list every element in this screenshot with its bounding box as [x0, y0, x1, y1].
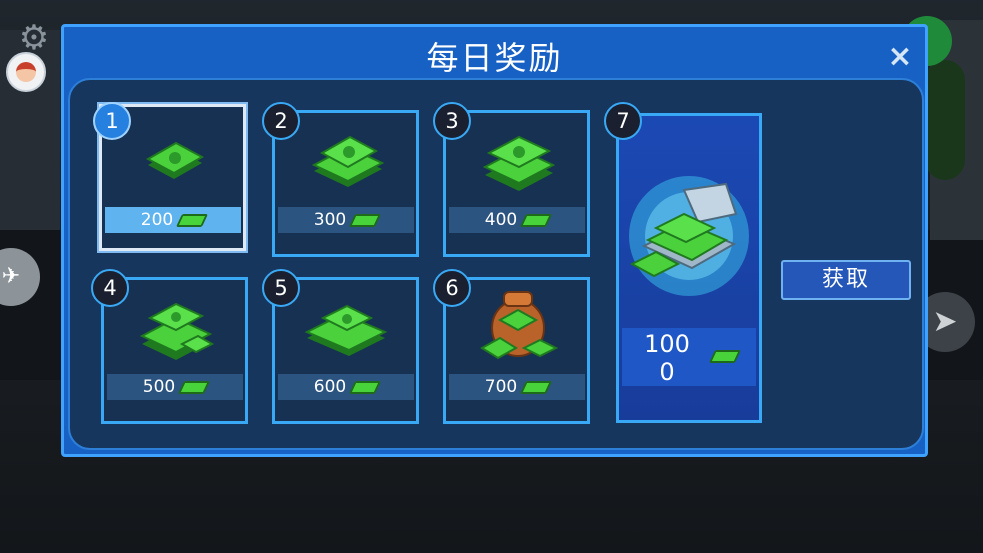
claim-button[interactable]: 获取	[781, 260, 911, 300]
treasure-chest-icon	[629, 176, 749, 296]
cash-stack-icon	[139, 302, 215, 360]
cash-icon	[520, 380, 553, 394]
day-badge-4: 4	[91, 269, 129, 307]
avatar	[6, 52, 46, 92]
day-badge-6: 6	[433, 269, 471, 307]
reward-value-line-2: 0	[659, 358, 675, 386]
cash-stack-icon	[145, 141, 205, 179]
cash-icon	[178, 380, 211, 394]
cash-stack-icon	[482, 135, 556, 191]
panel-title: 每日奖励	[426, 39, 563, 77]
daily-reward-panel: 每日奖励 × 200 1 300 2 400 3 500 4 600 5 700…	[61, 24, 928, 457]
day-badge-5: 5	[262, 269, 300, 307]
day-badge-1: 1	[93, 102, 131, 140]
reward-value-bar: 100 0	[622, 328, 756, 386]
money-bag-icon	[480, 291, 559, 360]
reward-value-bar: 600	[278, 374, 414, 400]
reward-value: 600	[313, 377, 347, 397]
reward-card-day-7[interactable]: 100 0	[616, 113, 762, 423]
reward-value-bar: 400	[449, 207, 585, 233]
reward-value-line-1: 100	[644, 330, 690, 358]
day-badge-2: 2	[262, 102, 300, 140]
cash-icon	[520, 213, 553, 227]
reward-value-bar: 200	[105, 207, 241, 233]
reward-value: 500	[142, 377, 176, 397]
reward-value: 100 0	[636, 330, 698, 386]
cash-icon	[708, 350, 742, 363]
cash-icon	[176, 213, 209, 227]
reward-value: 200	[140, 210, 174, 230]
reward-value: 400	[484, 210, 518, 230]
day-badge-3: 3	[433, 102, 471, 140]
reward-value-bar: 700	[449, 374, 585, 400]
avatar-face-icon	[16, 62, 36, 82]
reward-value: 300	[313, 210, 347, 230]
cash-icon	[349, 380, 382, 394]
cash-stack-icon	[311, 135, 385, 187]
cash-icon	[349, 213, 382, 227]
reward-value-bar: 500	[107, 374, 243, 400]
close-icon[interactable]: ×	[884, 41, 916, 73]
rewards-container: 200 1 300 2 400 3 500 4 600 5 700 6 100 …	[68, 78, 924, 450]
reward-value: 700	[484, 377, 518, 397]
reward-value-bar: 300	[278, 207, 414, 233]
cash-stack-icon	[304, 304, 388, 356]
day-badge-7: 7	[604, 102, 642, 140]
